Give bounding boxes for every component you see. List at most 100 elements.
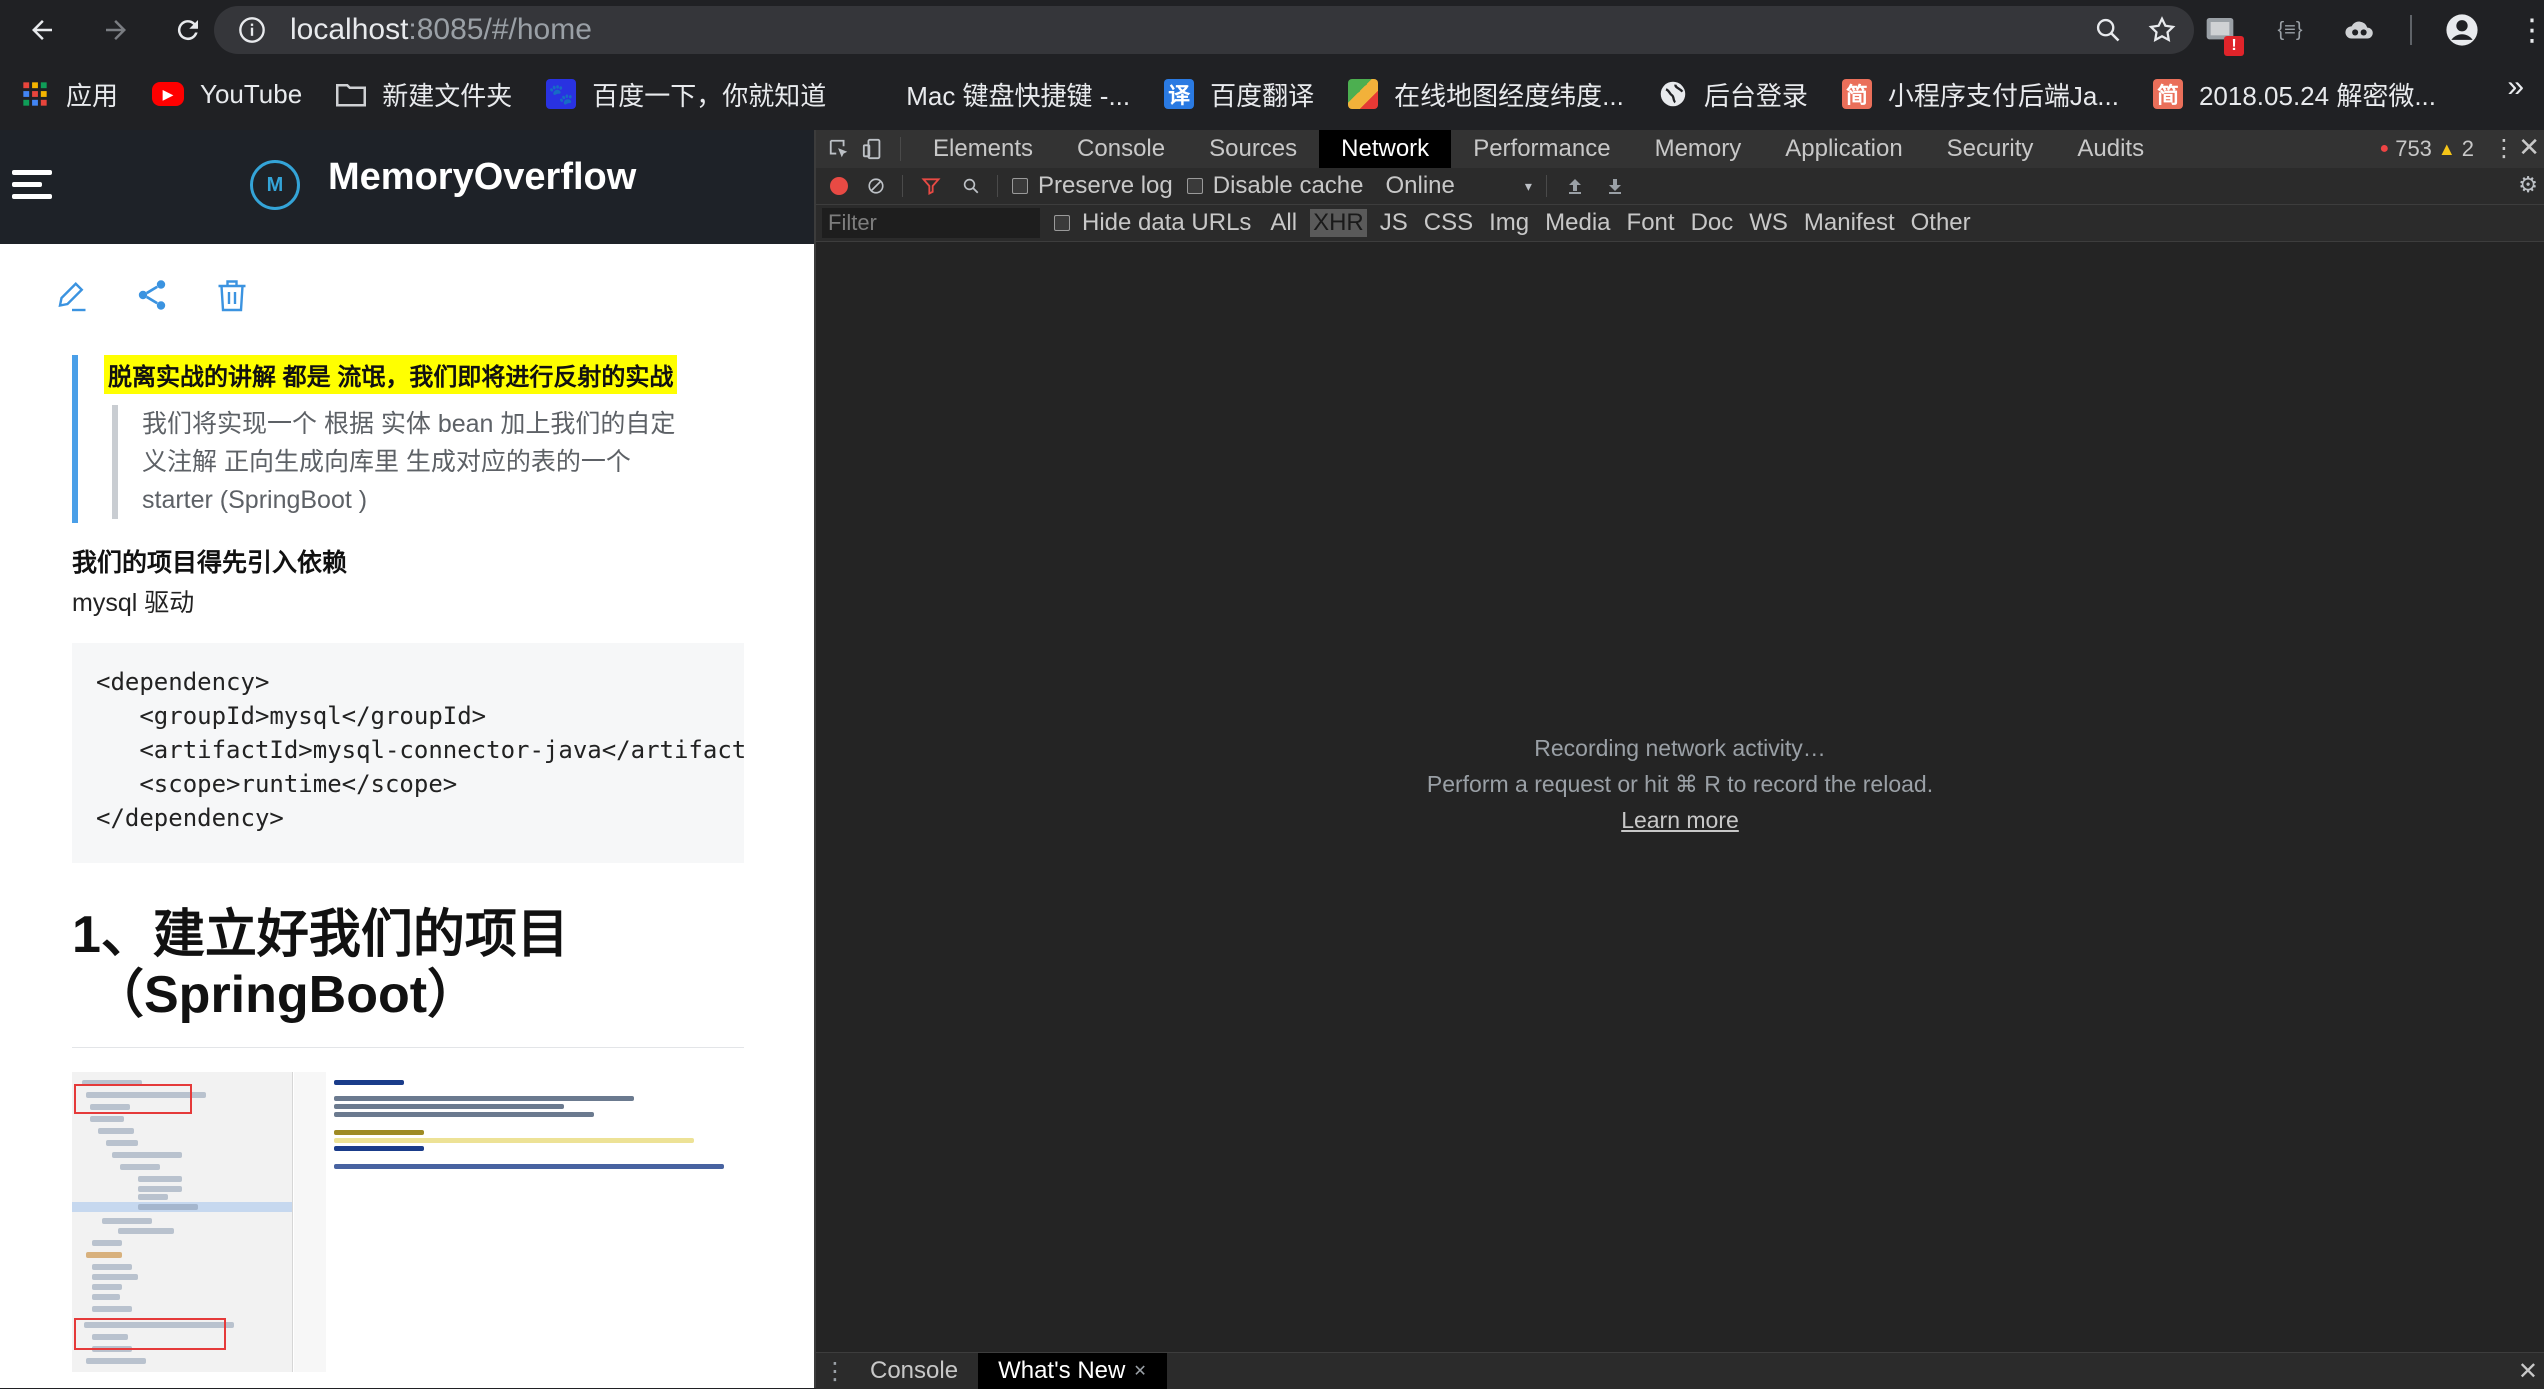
nested-blockquote: 我们将实现一个 根据 实体 bean 加上我们的自定 义注解 正向生成向库里 生…	[112, 405, 702, 519]
filter-type-img[interactable]: Img	[1486, 209, 1532, 237]
tab-security[interactable]: Security	[1925, 130, 2056, 168]
quote-line: starter (SpringBoot )	[142, 486, 368, 514]
filter-type-css[interactable]: CSS	[1421, 209, 1476, 237]
issue-counter[interactable]: ● 753 ▲ 2	[2380, 130, 2474, 168]
tab-network[interactable]: Network	[1319, 130, 1452, 168]
tab-elements[interactable]: Elements	[911, 130, 1055, 168]
article-actions	[52, 275, 252, 315]
hide-data-urls-label: Hide data URLs	[1082, 209, 1252, 236]
toolbar-divider	[997, 175, 998, 197]
filter-type-ws[interactable]: WS	[1746, 209, 1791, 237]
quote-line: 义注解 正向生成向库里 生成对应的表的一个	[142, 448, 631, 476]
heading-line: 1、建立好我们的项目	[72, 906, 569, 964]
site-info-icon[interactable]	[234, 12, 270, 48]
edit-icon[interactable]	[52, 275, 92, 315]
menu-toggle-icon[interactable]	[12, 170, 52, 202]
browser-toolbar: localhost:8085/#/home ! {≡} ⋮	[0, 0, 2544, 60]
inspect-element-icon[interactable]	[824, 134, 854, 164]
preserve-log-checkbox[interactable]	[1012, 178, 1028, 194]
jianshu-icon: 简	[1841, 79, 1872, 109]
extension-icon-1[interactable]: !	[2200, 10, 2244, 56]
filter-type-manifest[interactable]: Manifest	[1801, 209, 1898, 237]
url-text: localhost:8085/#/home	[290, 13, 592, 46]
bookmark-baidu-translate[interactable]: 译 百度翻译	[1144, 64, 1328, 124]
bookmark-admin-login[interactable]: 后台登录	[1638, 64, 1822, 124]
search-icon[interactable]	[959, 174, 983, 198]
filter-type-doc[interactable]: Doc	[1688, 209, 1737, 237]
disable-cache-checkbox[interactable]	[1186, 178, 1203, 194]
chevron-down-icon[interactable]: ▾	[1525, 178, 1532, 195]
devtools-menu-icon[interactable]: ⋮	[2492, 134, 2516, 163]
back-button[interactable]	[14, 2, 70, 58]
toolbar-divider	[902, 175, 903, 197]
device-toolbar-icon[interactable]	[858, 134, 888, 164]
tab-console[interactable]: Console	[1055, 130, 1187, 168]
bookmark-apps[interactable]: 应用	[0, 64, 132, 124]
reload-hint: Perform a request or hit ⌘ R to record t…	[1426, 771, 1934, 797]
json-formatter-icon[interactable]: {≡}	[2270, 10, 2310, 50]
bookmark-baidu[interactable]: 🐾 百度一下，你就知道	[526, 64, 840, 124]
network-settings-icon[interactable]: ⚙	[2518, 172, 2538, 198]
bookmark-label: 新建文件夹	[382, 80, 513, 111]
network-empty-state: Recording network activity… Perform a re…	[816, 730, 2544, 838]
tab-application[interactable]: Application	[1763, 130, 1924, 168]
bookmark-youtube[interactable]: ▶ YouTube	[132, 64, 316, 124]
quote-line: 我们将实现一个 根据 实体 bean 加上我们的自定	[142, 410, 676, 438]
forward-button[interactable]	[88, 2, 144, 58]
learn-more-link[interactable]: Learn more	[1621, 802, 1739, 838]
bookmark-decrypt[interactable]: 简 2018.05.24 解密微...	[2133, 64, 2450, 124]
filter-type-xhr[interactable]: XHR	[1310, 209, 1367, 237]
filter-type-media[interactable]: Media	[1542, 209, 1613, 237]
blockquote: 脱离实战的讲解 都是 流氓，我们即将进行反射的实战 我们将实现一个 根据 实体 …	[72, 355, 742, 523]
jianshu-icon: 简	[2152, 79, 2183, 109]
globe-icon	[1658, 79, 1688, 109]
tab-memory[interactable]: Memory	[1633, 130, 1764, 168]
import-har-icon[interactable]	[1563, 174, 1587, 198]
bookmark-new-folder[interactable]: 新建文件夹	[316, 64, 526, 124]
hide-data-urls-checkbox[interactable]	[1054, 215, 1070, 231]
filter-input[interactable]	[822, 208, 1040, 238]
address-bar[interactable]: localhost:8085/#/home	[214, 6, 2194, 54]
share-icon[interactable]	[132, 275, 172, 315]
profile-avatar-icon[interactable]	[2442, 10, 2482, 50]
bookmark-label: 在线地图经度纬度...	[1394, 80, 1624, 111]
network-filter-bar: Hide data URLs All XHR JS CSS Img Media …	[816, 205, 2544, 242]
filter-type-font[interactable]: Font	[1624, 209, 1678, 237]
tab-audits[interactable]: Audits	[2055, 130, 2166, 168]
zoom-search-icon[interactable]	[2090, 12, 2126, 48]
browser-menu-icon[interactable]: ⋮	[2512, 10, 2544, 50]
code-block: <dependency> <groupId>mysql</groupId> <a…	[72, 643, 744, 863]
tab-divider	[900, 137, 901, 161]
highlighted-text: 脱离实战的讲解 都是 流氓，我们即将进行反射的实战	[104, 355, 678, 394]
bookmark-star-icon[interactable]	[2144, 12, 2180, 48]
article-body: 脱离实战的讲解 都是 流氓，我们即将进行反射的实战 我们将实现一个 根据 实体 …	[72, 355, 744, 1372]
drawer-tab-console[interactable]: Console	[850, 1353, 978, 1389]
warning-icon: ▲	[2437, 138, 2456, 159]
filter-type-js[interactable]: JS	[1377, 209, 1411, 237]
cloud-extension-icon[interactable]	[2340, 10, 2380, 50]
filter-funnel-icon[interactable]	[919, 174, 943, 198]
bookmark-mac-shortcuts[interactable]: Mac 键盘快捷键 -...	[840, 64, 1144, 124]
reload-button[interactable]	[160, 2, 216, 58]
tab-sources[interactable]: Sources	[1187, 130, 1319, 168]
filter-type-other[interactable]: Other	[1908, 209, 1974, 237]
bookmark-label: Mac 键盘快捷键 -...	[906, 80, 1131, 111]
throttling-select[interactable]: Online	[1385, 172, 1454, 200]
heading-divider	[72, 1047, 744, 1048]
bookmarks-overflow-button[interactable]: »	[2507, 70, 2524, 104]
bookmark-label: 小程序支付后端Ja...	[1887, 80, 2119, 111]
filter-type-all[interactable]: All	[1267, 209, 1300, 237]
bookmark-map[interactable]: 在线地图经度纬度...	[1328, 64, 1638, 124]
delete-icon[interactable]	[212, 275, 252, 315]
export-har-icon[interactable]	[1603, 174, 1627, 198]
record-button[interactable]	[830, 177, 848, 195]
clear-icon[interactable]	[864, 174, 888, 198]
devtools-close-icon[interactable]: ✕	[2518, 132, 2540, 163]
drawer-close-icon[interactable]: ✕	[2518, 1357, 2538, 1386]
drawer-menu-icon[interactable]: ⋮	[820, 1357, 850, 1386]
bookmark-label: 2018.05.24 解密微...	[2198, 80, 2436, 111]
drawer-tab-whats-new[interactable]: What's New ✕	[978, 1353, 1167, 1389]
close-tab-icon[interactable]: ✕	[1133, 1361, 1146, 1381]
bookmark-miniprogram-pay[interactable]: 简 小程序支付后端Ja...	[1822, 64, 2133, 124]
tab-performance[interactable]: Performance	[1451, 130, 1632, 168]
